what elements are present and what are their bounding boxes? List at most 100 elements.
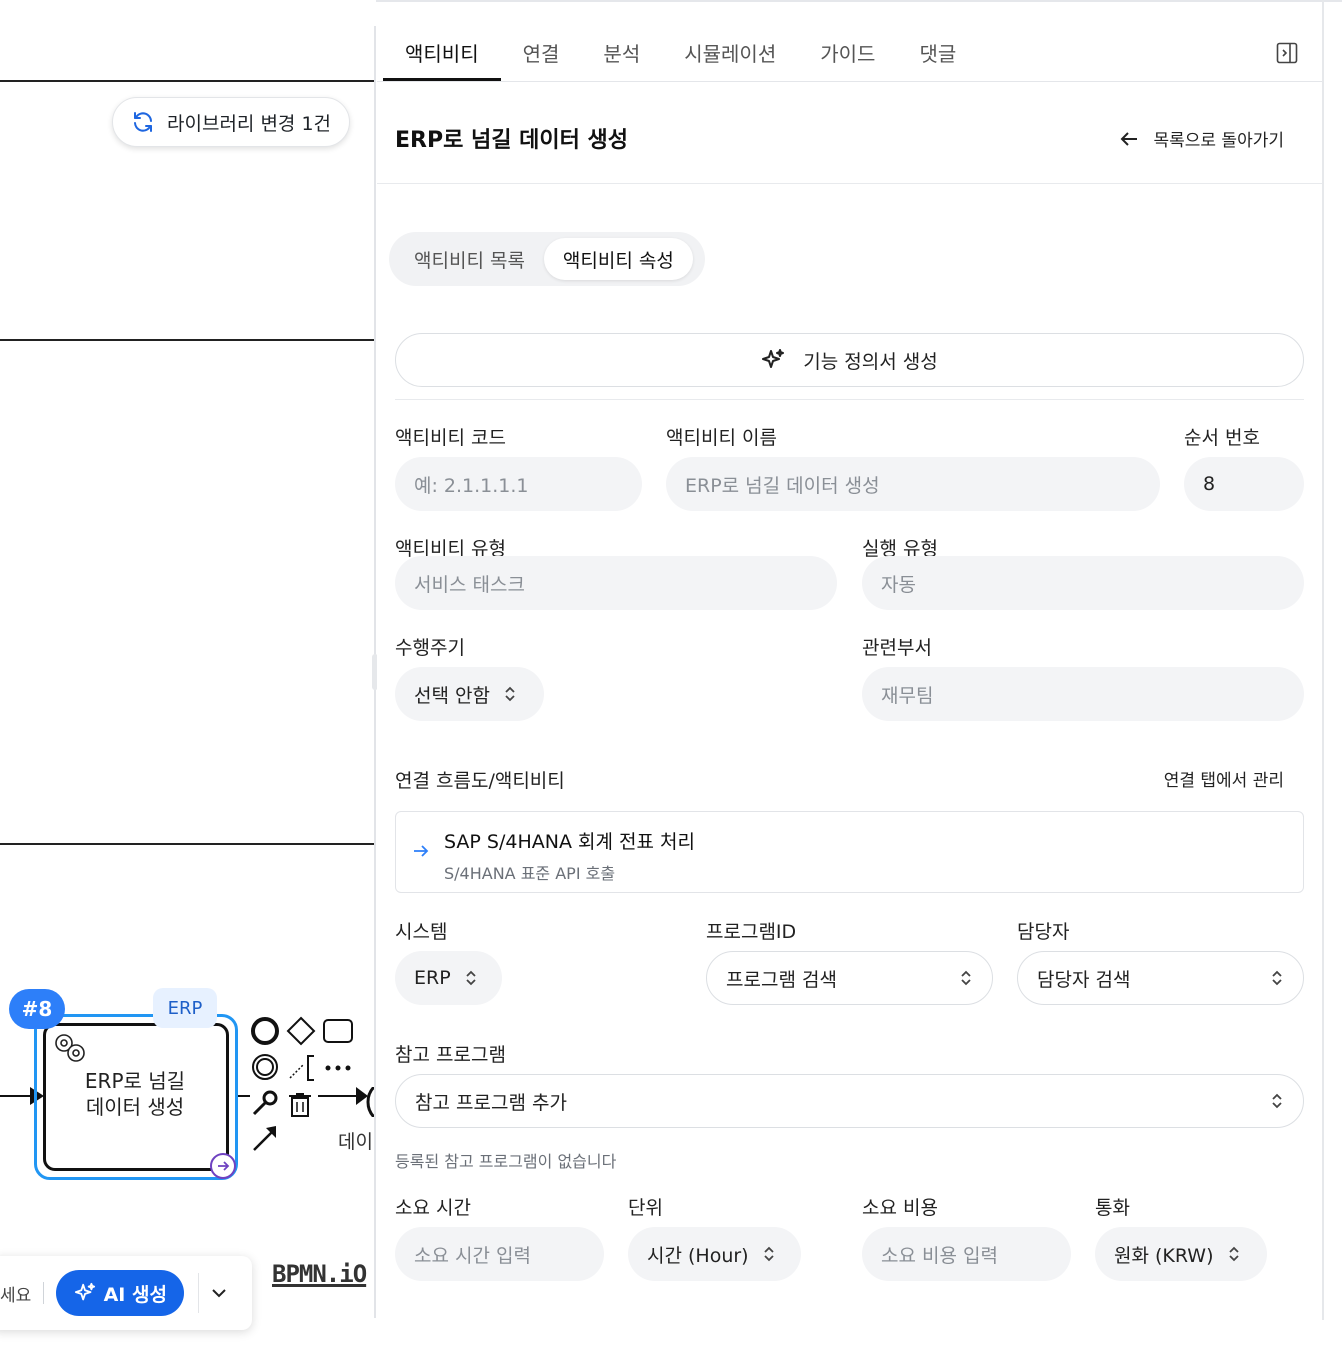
system-tag-badge: ERP bbox=[153, 988, 217, 1028]
department-label: 관련부서 bbox=[862, 637, 932, 659]
refresh-icon bbox=[134, 112, 152, 132]
tab-simulation[interactable]: 시뮬레이션 bbox=[662, 24, 798, 80]
currency-label: 통화 bbox=[1095, 1197, 1130, 1219]
ref-program-value: 참고 프로그램 추가 bbox=[415, 1091, 567, 1114]
lane-divider bbox=[0, 339, 376, 341]
lane-divider-top bbox=[0, 80, 376, 82]
owner-search-value: 담당자 검색 bbox=[1037, 968, 1131, 991]
generate-spec-button[interactable]: 기능 정의서 생성 bbox=[395, 333, 1304, 387]
back-to-list-label: 목록으로 돌아가기 bbox=[1153, 131, 1284, 151]
currency-select[interactable]: 원화 (KRW) bbox=[1095, 1227, 1267, 1281]
cost-label: 소요 비용 bbox=[862, 1197, 938, 1219]
cycle-label: 수행주기 bbox=[395, 637, 465, 659]
tab-guide[interactable]: 가이드 bbox=[798, 24, 897, 80]
prompt-placeholder[interactable]: 세요 bbox=[0, 1281, 31, 1306]
activity-name-label: 액티비티 이름 bbox=[666, 427, 777, 449]
ref-program-label: 참고 프로그램 bbox=[395, 1044, 506, 1066]
arrow-left-icon bbox=[1121, 131, 1138, 146]
ref-program-combobox[interactable]: 참고 프로그램 추가 bbox=[395, 1074, 1304, 1128]
gear-icon bbox=[55, 1034, 85, 1062]
divider bbox=[395, 399, 1304, 400]
system-label: 시스템 bbox=[395, 921, 448, 943]
panel-scrollbar[interactable] bbox=[1322, 0, 1324, 1320]
unit-label: 단위 bbox=[628, 1197, 663, 1219]
ai-prompt-bar: 세요 AI 생성 bbox=[0, 1256, 252, 1330]
library-change-badge[interactable]: 라이브러리 변경 1건 bbox=[112, 97, 350, 147]
activity-code-input[interactable]: 예: 2.1.1.1.1 bbox=[395, 457, 642, 511]
chevron-updown-icon bbox=[466, 970, 476, 986]
manage-in-connection-tab-link[interactable]: 연결 탭에서 관리 bbox=[1164, 766, 1284, 791]
owner-label: 담당자 bbox=[1017, 921, 1070, 943]
unit-select-value: 시간 (Hour) bbox=[647, 1244, 749, 1267]
chevron-updown-icon bbox=[961, 970, 971, 986]
properties-panel: 액티비티 연결 분석 시뮬레이션 가이드 댓글 ERP로 넘길 데이터 생성 목… bbox=[377, 2, 1322, 1345]
next-element-edge bbox=[356, 1087, 376, 1117]
linked-activity-card[interactable]: SAP S/4HANA 회계 전표 처리 S/4HANA 표준 API 호출 bbox=[395, 811, 1304, 893]
activity-type-field: 서비스 태스크 bbox=[395, 556, 837, 610]
chevron-down-icon bbox=[212, 1289, 226, 1298]
generate-spec-label: 기능 정의서 생성 bbox=[803, 350, 938, 373]
chevron-updown-icon bbox=[1272, 1093, 1282, 1109]
linked-activity-subtitle: S/4HANA 표준 API 호출 bbox=[444, 864, 616, 883]
arrow-right-icon bbox=[218, 1161, 230, 1171]
linked-flow-label: 연결 흐름도/액티비티 bbox=[395, 770, 565, 792]
program-search-combobox[interactable]: 프로그램 검색 bbox=[706, 951, 993, 1005]
collapse-panel-icon[interactable] bbox=[1276, 42, 1298, 64]
more-icon bbox=[325, 1065, 351, 1071]
chevron-updown-icon bbox=[1228, 1246, 1239, 1262]
tab-activity[interactable]: 액티비티 bbox=[383, 24, 501, 81]
view-segmented-control: 액티비티 목록 액티비티 속성 bbox=[389, 232, 705, 286]
ai-generate-label: AI 생성 bbox=[103, 1283, 167, 1306]
unit-select[interactable]: 시간 (Hour) bbox=[628, 1227, 801, 1281]
cycle-select-value: 선택 안함 bbox=[414, 684, 490, 707]
bpmn-io-logo[interactable]: BPMN.iO bbox=[272, 1260, 367, 1288]
start-event-icon bbox=[251, 1017, 279, 1045]
page-title: ERP로 넘길 데이터 생성 bbox=[395, 128, 628, 153]
sparkle-icon bbox=[762, 349, 785, 368]
ref-program-empty-hint: 등록된 참고 프로그램이 없습니다 bbox=[395, 1152, 617, 1171]
department-field: 재무팀 bbox=[862, 667, 1304, 721]
program-search-value: 프로그램 검색 bbox=[726, 968, 837, 991]
activity-name-input[interactable]: ERP로 넘길 데이터 생성 bbox=[666, 457, 1160, 511]
duration-label: 소요 시간 bbox=[395, 1197, 471, 1219]
panel-header: ERP로 넘길 데이터 생성 목록으로 돌아가기 bbox=[377, 82, 1322, 184]
library-change-label: 라이브러리 변경 1건 bbox=[167, 112, 332, 135]
chevron-updown-icon bbox=[763, 1246, 774, 1262]
chevron-updown-icon bbox=[505, 686, 515, 702]
task-label: ERP로 넘길 데이터 생성 bbox=[50, 1068, 220, 1120]
tab-connection[interactable]: 연결 bbox=[501, 24, 582, 80]
order-number-label: 순서 번호 bbox=[1184, 427, 1260, 449]
back-to-list-link[interactable]: 목록으로 돌아가기 bbox=[1119, 126, 1284, 151]
task-number-badge: #8 bbox=[9, 989, 65, 1029]
text-annotation-icon bbox=[289, 1055, 314, 1081]
trash-icon bbox=[289, 1093, 311, 1117]
cost-input[interactable]: 소요 비용 입력 bbox=[862, 1227, 1071, 1281]
ai-generate-button[interactable]: AI 생성 bbox=[56, 1270, 185, 1316]
segment-activity-properties[interactable]: 액티비티 속성 bbox=[543, 238, 693, 280]
intermediate-event-icon bbox=[252, 1054, 278, 1080]
duration-input[interactable]: 소요 시간 입력 bbox=[395, 1227, 604, 1281]
execution-type-field: 자동 bbox=[862, 556, 1304, 610]
ai-options-dropdown[interactable] bbox=[198, 1273, 238, 1313]
cycle-select[interactable]: 선택 안함 bbox=[395, 667, 544, 721]
system-select[interactable]: ERP bbox=[395, 951, 502, 1005]
order-number-input[interactable]: 8 bbox=[1184, 457, 1304, 511]
tab-analysis[interactable]: 분석 bbox=[581, 24, 662, 80]
system-select-value: ERP bbox=[414, 967, 451, 989]
segment-activity-list[interactable]: 액티비티 목록 bbox=[395, 238, 544, 280]
chevron-updown-icon bbox=[1272, 970, 1282, 986]
sparkle-icon bbox=[74, 1282, 95, 1301]
bpmn-canvas[interactable]: 라이브러리 변경 1건 ERP로 넘길 데이터 생성 #8 ERP 데이 BPM… bbox=[0, 0, 376, 1345]
task-label-line: ERP로 넘길 bbox=[84, 1069, 186, 1093]
tab-comments[interactable]: 댓글 bbox=[897, 24, 978, 80]
divider bbox=[43, 1282, 45, 1304]
linked-activity-title: SAP S/4HANA 회계 전표 처리 bbox=[444, 831, 695, 853]
arrow-right-icon bbox=[414, 845, 429, 857]
owner-search-combobox[interactable]: 담당자 검색 bbox=[1017, 951, 1304, 1005]
task-label-line: 데이터 생성 bbox=[85, 1095, 185, 1119]
program-id-label: 프로그램ID bbox=[706, 921, 797, 943]
currency-select-value: 원화 (KRW) bbox=[1114, 1244, 1214, 1267]
gateway-icon bbox=[286, 1016, 316, 1046]
task-link-button[interactable] bbox=[210, 1153, 236, 1179]
connect-arrow-icon bbox=[253, 1126, 276, 1151]
